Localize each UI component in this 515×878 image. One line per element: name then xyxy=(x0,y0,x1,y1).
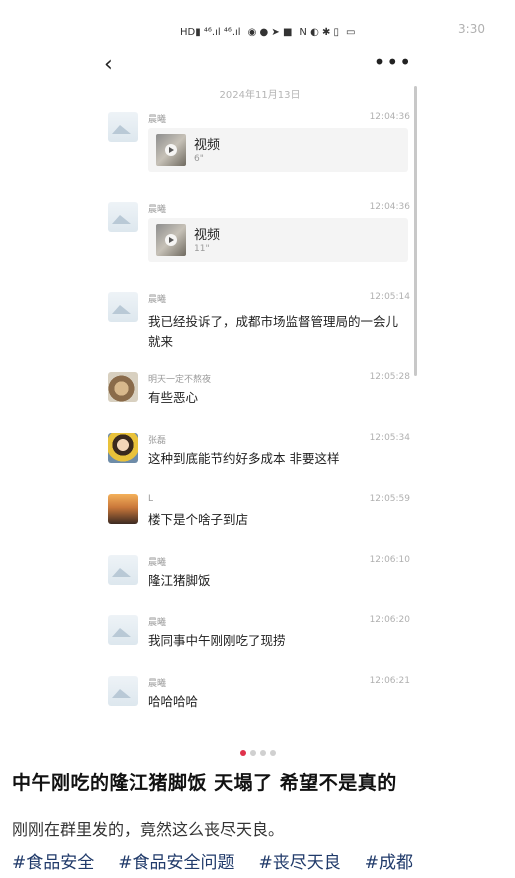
avatar[interactable] xyxy=(108,555,138,585)
more-options-icon[interactable]: ••• xyxy=(374,50,412,74)
carousel-dot[interactable] xyxy=(269,750,276,756)
chat-message: 张磊 12:05:34 这种到底能节约好多成本 非要这样 xyxy=(108,433,410,477)
message-time: 12:05:14 xyxy=(369,292,410,302)
chat-header: ‹ ••• xyxy=(100,50,420,80)
video-title: 视频 xyxy=(194,138,221,153)
message-text: 这种到底能节约好多成本 非要这样 xyxy=(148,451,340,466)
sender-name: 晨曦 xyxy=(148,558,167,568)
sender-name: 晨曦 xyxy=(148,679,167,689)
message-time: 12:04:36 xyxy=(369,202,410,212)
chat-message: 晨曦 12:05:14 我已经投诉了，成都市场监督管理局的一会儿就来 xyxy=(108,292,410,352)
message-text: 楼下是个啥子到店 xyxy=(148,512,249,527)
chat-message: L 12:05:59 楼下是个啥子到店 xyxy=(108,494,410,538)
hashtag[interactable]: #成都 xyxy=(365,848,413,873)
video-title: 视频 xyxy=(194,228,221,243)
battery-icon: ▭ xyxy=(346,26,356,38)
chat-message: 晨曦 12:06:10 隆江猪脚饭 xyxy=(108,555,410,599)
status-time: 3:30 xyxy=(458,22,485,36)
sender-name: 明天一定不熬夜 xyxy=(148,375,212,385)
notification-icons: ◉ ● ➤ ■ xyxy=(247,26,293,38)
chat-message: 明天一定不熬夜 12:05:28 有些恶心 xyxy=(108,372,410,416)
avatar[interactable] xyxy=(108,433,138,463)
message-time: 12:05:28 xyxy=(369,372,410,382)
video-message[interactable]: 视频 11" xyxy=(148,218,408,262)
post-title: 中午刚吃的隆江猪脚饭 天塌了 希望不是真的 xyxy=(12,772,397,794)
date-divider: 2024年11月13日 xyxy=(219,90,301,101)
message-time: 12:06:21 xyxy=(369,676,410,686)
hashtag[interactable]: #食品安全问题 xyxy=(118,848,234,873)
chat-history[interactable]: 2024年11月13日 晨曦 12:04:36 视频 6" 晨曦 12:04:3… xyxy=(100,82,420,727)
hd-signal-icon: HD▮ ⁴⁶.ıl ⁴⁶.ıl xyxy=(180,26,241,38)
sender-name: L xyxy=(148,494,154,504)
avatar[interactable] xyxy=(108,494,138,524)
message-time: 12:06:10 xyxy=(369,555,410,565)
avatar[interactable] xyxy=(108,292,138,322)
message-time: 12:04:36 xyxy=(369,112,410,122)
message-text: 我已经投诉了，成都市场监督管理局的一会儿就来 xyxy=(148,314,399,349)
chat-message: 晨曦 12:04:36 视频 11" xyxy=(108,202,410,268)
post-body: 刚刚在群里发的，竟然这么丧尽天良。 xyxy=(12,820,285,839)
message-text: 哈哈哈哈 xyxy=(148,694,199,709)
carousel-dot[interactable] xyxy=(259,750,266,756)
avatar[interactable] xyxy=(108,676,138,706)
avatar[interactable] xyxy=(108,112,138,142)
video-duration: 6" xyxy=(194,154,204,164)
scrollbar[interactable] xyxy=(414,86,417,376)
chat-message: 晨曦 12:04:36 视频 6" xyxy=(108,112,410,178)
system-icons: N ◐ ✱ ▯ xyxy=(299,26,340,38)
video-thumbnail xyxy=(156,224,186,256)
message-time: 12:05:59 xyxy=(369,494,410,504)
status-bar: HD▮ ⁴⁶.ıl ⁴⁶.ıl ◉ ● ➤ ■ N ◐ ✱ ▯ ▭ 3:30 xyxy=(180,22,485,42)
avatar[interactable] xyxy=(108,372,138,402)
chat-message: 晨曦 12:06:20 我同事中午刚刚吃了现捞 xyxy=(108,615,410,659)
hashtag[interactable]: #丧尽天良 xyxy=(259,848,341,873)
sender-name: 晨曦 xyxy=(148,205,167,215)
message-text: 有些恶心 xyxy=(148,390,199,405)
sender-name: 晨曦 xyxy=(148,115,167,125)
chat-message: 晨曦 12:06:21 哈哈哈哈 xyxy=(108,676,410,720)
video-thumbnail xyxy=(156,134,186,166)
video-message[interactable]: 视频 6" xyxy=(148,128,408,172)
sender-name: 张磊 xyxy=(148,436,167,446)
message-text: 隆江猪脚饭 xyxy=(148,573,211,588)
carousel-dot[interactable] xyxy=(249,750,256,756)
carousel-indicator[interactable] xyxy=(0,741,515,760)
message-text: 我同事中午刚刚吃了现捞 xyxy=(148,633,286,648)
sender-name: 晨曦 xyxy=(148,618,167,628)
video-duration: 11" xyxy=(194,244,210,254)
avatar[interactable] xyxy=(108,615,138,645)
message-time: 12:05:34 xyxy=(369,433,410,443)
play-icon xyxy=(165,144,177,156)
avatar[interactable] xyxy=(108,202,138,232)
hashtag-list: #食品安全 #食品安全问题 #丧尽天良 #成都 xyxy=(12,848,507,873)
carousel-dot-active[interactable] xyxy=(239,750,246,756)
play-icon xyxy=(165,234,177,246)
message-time: 12:06:20 xyxy=(369,615,410,625)
back-icon[interactable]: ‹ xyxy=(104,52,113,77)
sender-name: 晨曦 xyxy=(148,295,167,305)
hashtag[interactable]: #食品安全 xyxy=(12,848,94,873)
